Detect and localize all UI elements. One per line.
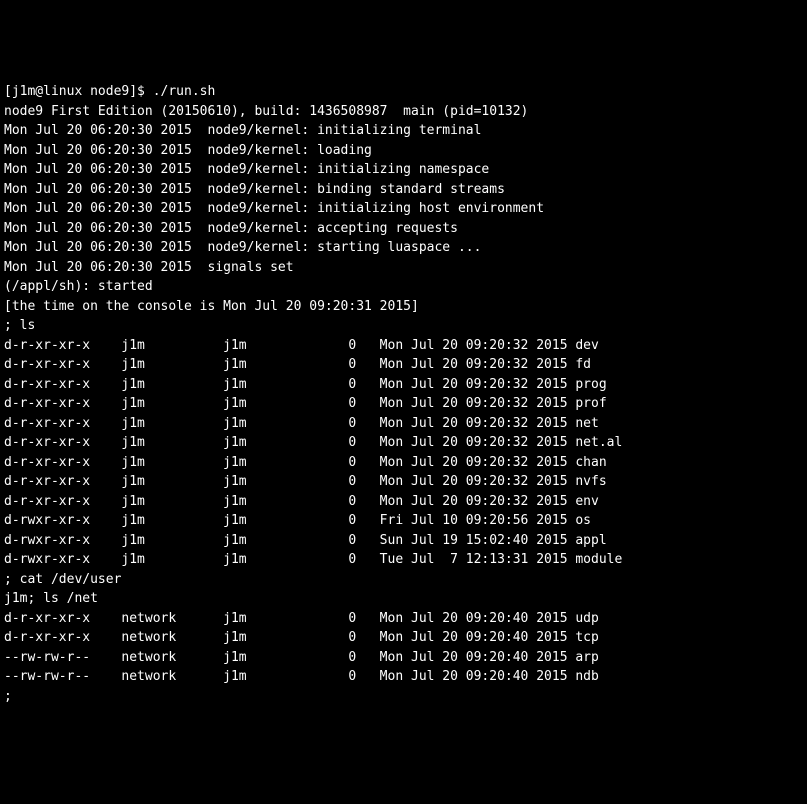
- terminal-line: Mon Jul 20 06:20:30 2015 node9/kernel: a…: [4, 219, 803, 239]
- terminal-line: d-r-xr-xr-x j1m j1m 0 Mon Jul 20 09:20:3…: [4, 336, 803, 356]
- terminal-line: d-r-xr-xr-x j1m j1m 0 Mon Jul 20 09:20:3…: [4, 453, 803, 473]
- terminal-line: ; cat /dev/user: [4, 570, 803, 590]
- terminal-line: Mon Jul 20 06:20:30 2015 node9/kernel: s…: [4, 238, 803, 258]
- terminal-line: d-r-xr-xr-x j1m j1m 0 Mon Jul 20 09:20:3…: [4, 472, 803, 492]
- terminal-line: [j1m@linux node9]$ ./run.sh: [4, 82, 803, 102]
- terminal-line: d-r-xr-xr-x j1m j1m 0 Mon Jul 20 09:20:3…: [4, 394, 803, 414]
- terminal-line: --rw-rw-r-- network j1m 0 Mon Jul 20 09:…: [4, 667, 803, 687]
- terminal-line: d-r-xr-xr-x j1m j1m 0 Mon Jul 20 09:20:3…: [4, 355, 803, 375]
- terminal-line: Mon Jul 20 06:20:30 2015 node9/kernel: i…: [4, 121, 803, 141]
- terminal-line: ; ls: [4, 316, 803, 336]
- terminal-line: Mon Jul 20 06:20:30 2015 node9/kernel: l…: [4, 141, 803, 161]
- terminal-line: d-rwxr-xr-x j1m j1m 0 Fri Jul 10 09:20:5…: [4, 511, 803, 531]
- terminal-line: node9 First Edition (20150610), build: 1…: [4, 102, 803, 122]
- terminal-line: j1m; ls /net: [4, 589, 803, 609]
- terminal-line: [the time on the console is Mon Jul 20 0…: [4, 297, 803, 317]
- terminal-line: d-r-xr-xr-x j1m j1m 0 Mon Jul 20 09:20:3…: [4, 492, 803, 512]
- terminal-line: d-rwxr-xr-x j1m j1m 0 Tue Jul 7 12:13:31…: [4, 550, 803, 570]
- terminal-line: d-r-xr-xr-x network j1m 0 Mon Jul 20 09:…: [4, 628, 803, 648]
- terminal-line: (/appl/sh): started: [4, 277, 803, 297]
- terminal-line: ;: [4, 687, 803, 707]
- terminal-line: d-r-xr-xr-x j1m j1m 0 Mon Jul 20 09:20:3…: [4, 414, 803, 434]
- terminal-output[interactable]: [j1m@linux node9]$ ./run.shnode9 First E…: [4, 82, 803, 706]
- terminal-line: d-r-xr-xr-x j1m j1m 0 Mon Jul 20 09:20:3…: [4, 433, 803, 453]
- terminal-line: Mon Jul 20 06:20:30 2015 node9/kernel: i…: [4, 160, 803, 180]
- terminal-line: --rw-rw-r-- network j1m 0 Mon Jul 20 09:…: [4, 648, 803, 668]
- terminal-line: Mon Jul 20 06:20:30 2015 signals set: [4, 258, 803, 278]
- terminal-line: Mon Jul 20 06:20:30 2015 node9/kernel: b…: [4, 180, 803, 200]
- terminal-line: d-r-xr-xr-x network j1m 0 Mon Jul 20 09:…: [4, 609, 803, 629]
- terminal-line: d-r-xr-xr-x j1m j1m 0 Mon Jul 20 09:20:3…: [4, 375, 803, 395]
- terminal-line: d-rwxr-xr-x j1m j1m 0 Sun Jul 19 15:02:4…: [4, 531, 803, 551]
- terminal-line: Mon Jul 20 06:20:30 2015 node9/kernel: i…: [4, 199, 803, 219]
